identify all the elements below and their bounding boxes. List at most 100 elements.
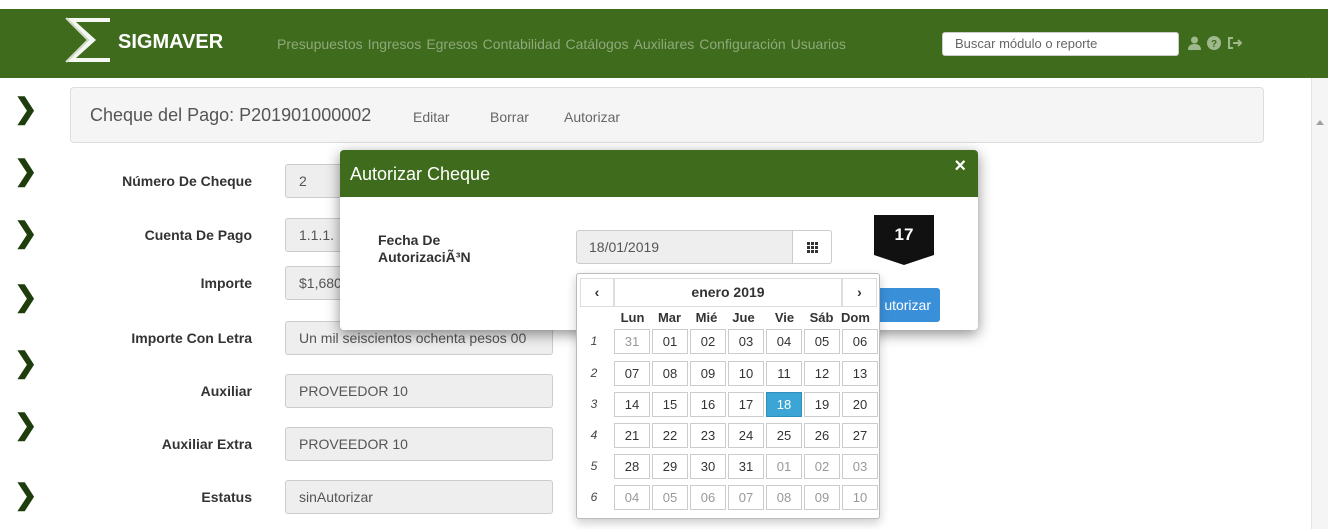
calendar-day[interactable]: 30: [690, 454, 726, 479]
field-label: Auxiliar Extra: [161, 436, 252, 452]
calendar-day[interactable]: 25: [766, 423, 802, 448]
calendar-day[interactable]: 14: [614, 392, 650, 417]
calendar-day[interactable]: 05: [804, 329, 840, 354]
main-navbar: SIGMAVER Presupuestos Ingresos Egresos C…: [0, 9, 1328, 78]
calendar-toggle-button[interactable]: [792, 230, 832, 264]
calendar-day[interactable]: 08: [652, 361, 688, 386]
calendar-day[interactable]: 08: [766, 485, 802, 510]
menu-item-catalogos[interactable]: Catálogos: [566, 36, 629, 52]
prev-month-icon[interactable]: ‹: [580, 278, 614, 307]
calendar-day[interactable]: 13: [842, 361, 878, 386]
datepicker-calendar: ‹ enero 2019 › Lun Mar Mié Jue Vie Sáb D…: [576, 273, 880, 519]
weekday-header: Lun: [620, 310, 645, 325]
page-scrollbar[interactable]: [1311, 78, 1328, 529]
field-label: Cuenta De Pago: [144, 227, 252, 243]
calendar-day[interactable]: 28: [614, 454, 650, 479]
calendar-grid-icon: [806, 241, 818, 253]
week-number: 2: [590, 366, 598, 380]
calendar-day[interactable]: 01: [652, 329, 688, 354]
calendar-day[interactable]: 20: [842, 392, 878, 417]
calendar-day[interactable]: 07: [728, 485, 764, 510]
authorize-link[interactable]: Autorizar: [564, 109, 620, 125]
menu-item-usuarios[interactable]: Usuarios: [791, 36, 846, 52]
field-label: Auxiliar: [200, 383, 252, 399]
sidebar-chevron-right-icon[interactable]: ❯: [14, 95, 40, 123]
step-badge: 17: [874, 215, 934, 265]
close-icon[interactable]: ×: [954, 155, 966, 178]
calendar-day[interactable]: 10: [842, 485, 878, 510]
calendar-day[interactable]: 04: [766, 329, 802, 354]
search-input[interactable]: Buscar módulo o reporte: [942, 32, 1179, 56]
sidebar: ❯ ❯ ❯ ❯ ❯ ❯ ❯: [14, 78, 44, 529]
estatus-field[interactable]: sinAutorizar: [285, 480, 553, 514]
calendar-day-selected[interactable]: 18: [766, 392, 802, 417]
calendar-day[interactable]: 03: [842, 454, 878, 479]
calendar-day[interactable]: 15: [652, 392, 688, 417]
help-icon[interactable]: ?: [1207, 36, 1221, 50]
field-label: Importe Con Letra: [131, 330, 252, 346]
weekday-header: Sáb: [809, 310, 834, 325]
calendar-day[interactable]: 31: [614, 329, 650, 354]
menu-item-configuracion[interactable]: Configuración: [699, 36, 785, 52]
week-number: 1: [590, 334, 598, 348]
calendar-day[interactable]: 21: [614, 423, 650, 448]
calendar-day[interactable]: 10: [728, 361, 764, 386]
modal-title: Autorizar Cheque: [350, 164, 491, 184]
calendar-day[interactable]: 03: [728, 329, 764, 354]
week-number: 3: [590, 397, 598, 411]
calendar-day[interactable]: 12: [804, 361, 840, 386]
page-title: Cheque del Pago: P201901000002: [90, 105, 372, 125]
brand-name[interactable]: SIGMAVER: [118, 31, 223, 54]
calendar-day[interactable]: 11: [766, 361, 802, 386]
form-row-estatus: Estatus sinAutorizar: [0, 480, 560, 514]
calendar-day[interactable]: 29: [652, 454, 688, 479]
calendar-day[interactable]: 27: [842, 423, 878, 448]
menu-item-auxiliares[interactable]: Auxiliares: [634, 36, 695, 52]
weekday-header: Mié: [695, 310, 718, 325]
calendar-day[interactable]: 01: [766, 454, 802, 479]
calendar-day[interactable]: 02: [804, 454, 840, 479]
menu-item-egresos[interactable]: Egresos: [426, 36, 477, 52]
calendar-day[interactable]: 09: [804, 485, 840, 510]
calendar-day[interactable]: 23: [690, 423, 726, 448]
svg-text:?: ?: [1211, 39, 1217, 50]
field-label: Importe: [200, 275, 252, 291]
calendar-day[interactable]: 04: [614, 485, 650, 510]
calendar-day[interactable]: 19: [804, 392, 840, 417]
calendar-day[interactable]: 16: [690, 392, 726, 417]
next-month-icon[interactable]: ›: [842, 278, 877, 307]
menu-item-ingresos[interactable]: Ingresos: [368, 36, 422, 52]
sigmaver-logo-icon[interactable]: [62, 12, 118, 72]
scroll-up-icon[interactable]: [1316, 120, 1324, 125]
edit-link[interactable]: Editar: [413, 109, 450, 125]
menu-item-contabilidad[interactable]: Contabilidad: [483, 36, 561, 52]
logout-icon[interactable]: [1227, 36, 1242, 50]
modal-header: Autorizar Cheque ×: [340, 150, 978, 197]
authorize-button[interactable]: utorizar: [872, 288, 940, 322]
calendar-day[interactable]: 17: [728, 392, 764, 417]
calendar-day[interactable]: 24: [728, 423, 764, 448]
calendar-day[interactable]: 05: [652, 485, 688, 510]
week-number: 4: [590, 428, 598, 442]
calendar-day[interactable]: 22: [652, 423, 688, 448]
auxiliar-extra-field[interactable]: PROVEEDOR 10: [285, 427, 553, 461]
field-label: Estatus: [201, 489, 252, 505]
field-label: Número De Cheque: [122, 173, 252, 189]
calendar-day[interactable]: 31: [728, 454, 764, 479]
menu-item-presupuestos[interactable]: Presupuestos: [277, 36, 363, 52]
weekday-header: Jue: [732, 310, 755, 325]
auxiliar-field[interactable]: PROVEEDOR 10: [285, 374, 553, 408]
weekday-header: Mar: [657, 310, 682, 325]
calendar-day[interactable]: 07: [614, 361, 650, 386]
user-icon[interactable]: [1188, 36, 1201, 50]
page-header: Cheque del Pago: P201901000002 Editar Bo…: [70, 87, 1264, 143]
week-number: 5: [590, 459, 598, 473]
calendar-day[interactable]: 06: [690, 485, 726, 510]
calendar-day[interactable]: 06: [842, 329, 878, 354]
calendar-month-label[interactable]: enero 2019: [614, 278, 842, 307]
calendar-day[interactable]: 26: [804, 423, 840, 448]
week-number: 6: [590, 490, 598, 504]
calendar-day[interactable]: 02: [690, 329, 726, 354]
delete-link[interactable]: Borrar: [490, 109, 529, 125]
calendar-day[interactable]: 09: [690, 361, 726, 386]
